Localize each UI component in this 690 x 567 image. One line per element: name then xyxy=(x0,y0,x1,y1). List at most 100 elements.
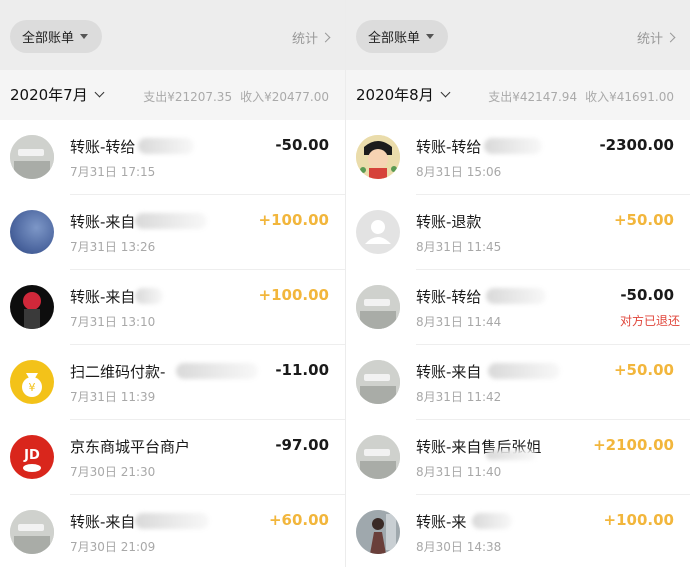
stats-link[interactable]: 统计 xyxy=(636,28,676,47)
transaction-time: 8月31日 11:40 xyxy=(416,465,502,479)
filter-label: 全部账单 xyxy=(22,31,75,46)
bill-panel-july: 全部账单 统计 2020年7月 支出¥21207.35 收入¥20477.00 xyxy=(0,0,345,567)
transaction-title: 转账-转给 xyxy=(416,288,482,306)
month-label: 2020年8月 xyxy=(356,86,434,104)
transaction-row[interactable]: 转账-来自 7月30日 21:09 +60.00 xyxy=(0,495,345,567)
stats-label: 统计 xyxy=(636,32,663,47)
redacted-text xyxy=(486,288,546,304)
redacted-text xyxy=(135,513,209,529)
svg-text:¥: ¥ xyxy=(29,381,36,394)
redacted-text xyxy=(135,288,163,304)
transaction-time: 8月30日 14:38 xyxy=(416,540,502,554)
transaction-time: 7月31日 13:10 xyxy=(70,315,156,329)
transaction-row[interactable]: 转账-来自 8月31日 11:42 +50.00 xyxy=(346,345,690,420)
transaction-time: 7月31日 11:39 xyxy=(70,390,156,404)
transaction-row[interactable]: 转账-退款 8月31日 11:45 +50.00 xyxy=(346,195,690,270)
transaction-amount: +2100.00 xyxy=(593,436,674,454)
transaction-list: 转账-转给 7月31日 17:15 -50.00 转账-来自 7月31日 13:… xyxy=(0,120,345,567)
redacted-text xyxy=(484,138,542,154)
transaction-title: 转账-来自 xyxy=(70,213,136,231)
expense-total: 支出¥42147.94 xyxy=(488,90,578,104)
transaction-amount: -2300.00 xyxy=(599,136,674,154)
transaction-time: 7月31日 17:15 xyxy=(70,165,156,179)
chevron-right-icon xyxy=(320,32,331,43)
sky-avatar xyxy=(10,210,54,254)
refund-status-note: 对方已退还 xyxy=(619,314,680,328)
transaction-row[interactable]: 转账-来自 7月31日 13:26 +100.00 xyxy=(0,195,345,270)
filter-label: 全部账单 xyxy=(368,31,421,46)
all-bills-filter-button[interactable]: 全部账单 xyxy=(10,20,103,53)
month-summary: 支出¥42147.94 收入¥41691.00 xyxy=(488,88,674,105)
transaction-amount: -50.00 xyxy=(620,286,674,304)
chevron-down-icon xyxy=(94,87,105,98)
redacted-text xyxy=(488,363,560,379)
redacted-text xyxy=(486,450,536,460)
transaction-time: 8月31日 11:42 xyxy=(416,390,502,404)
redacted-text xyxy=(135,213,207,229)
all-bills-filter-button[interactable]: 全部账单 xyxy=(356,20,449,53)
transaction-row[interactable]: 转账-转给 8月31日 11:44 -50.00 对方已退还 xyxy=(346,270,690,345)
caret-down-icon xyxy=(80,34,89,39)
transaction-time: 8月31日 15:06 xyxy=(416,165,502,179)
redacted-text xyxy=(138,138,194,154)
month-bar: 2020年8月 支出¥42147.94 收入¥41691.00 xyxy=(346,70,690,120)
transaction-time: 7月30日 21:30 xyxy=(70,465,156,479)
transaction-title: 转账-来自 xyxy=(70,288,136,306)
transaction-list: 转账-转给 8月31日 15:06 -2300.00 转账-退款 8月31日 1… xyxy=(346,120,690,567)
transaction-row[interactable]: 转账-来自售后张姐 8月31日 11:40 +2100.00 xyxy=(346,420,690,495)
redacted-text xyxy=(472,513,512,529)
month-selector[interactable]: 2020年7月 xyxy=(10,84,105,105)
stats-label: 统计 xyxy=(291,32,318,47)
transaction-amount: +100.00 xyxy=(258,211,329,229)
transaction-time: 8月31日 11:44 xyxy=(416,315,502,329)
transaction-amount: +100.00 xyxy=(258,286,329,304)
top-bar: 全部账单 统计 xyxy=(346,0,690,70)
month-bar: 2020年7月 支出¥21207.35 收入¥20477.00 xyxy=(0,70,345,120)
income-total: 收入¥20477.00 xyxy=(240,90,329,104)
transaction-amount: -97.00 xyxy=(275,436,329,454)
transaction-time: 7月30日 21:09 xyxy=(70,540,156,554)
transaction-title: 转账-转给 xyxy=(70,138,136,156)
expense-total: 支出¥21207.35 xyxy=(143,90,233,104)
bill-panel-august: 全部账单 统计 2020年8月 支出¥42147.94 收入¥41691.00 xyxy=(345,0,690,567)
transaction-time: 7月31日 13:26 xyxy=(70,240,156,254)
transaction-amount: +50.00 xyxy=(613,361,674,379)
jd-logo: JD xyxy=(10,435,54,479)
redacted-text xyxy=(176,363,258,379)
transaction-title: 转账-来自 xyxy=(70,513,136,531)
transaction-time: 8月31日 11:45 xyxy=(416,240,502,254)
transaction-title: 转账-转给 xyxy=(416,138,482,156)
month-label: 2020年7月 xyxy=(10,86,88,104)
transaction-amount: -50.00 xyxy=(275,136,329,154)
caret-down-icon xyxy=(426,34,435,39)
chevron-down-icon xyxy=(440,87,451,98)
transaction-title: 扫二维码付款- xyxy=(70,363,166,381)
room-avatar xyxy=(356,360,400,404)
room-avatar xyxy=(356,285,400,329)
default-user-icon xyxy=(356,210,400,254)
income-total: 收入¥41691.00 xyxy=(585,90,674,104)
chevron-right-icon xyxy=(665,32,676,43)
money-bag-icon: ¥ xyxy=(10,360,54,404)
month-selector[interactable]: 2020年8月 xyxy=(356,84,451,105)
stats-link[interactable]: 统计 xyxy=(291,28,331,47)
transaction-title: 京东商城平台商户 xyxy=(70,438,191,456)
month-summary: 支出¥21207.35 收入¥20477.00 xyxy=(143,88,329,105)
red-hood-avatar xyxy=(10,285,54,329)
transaction-row[interactable]: ¥ 扫二维码付款- 7月31日 11:39 -11.00 xyxy=(0,345,345,420)
transaction-row[interactable]: 转账-转给 8月31日 15:06 -2300.00 xyxy=(346,120,690,195)
room-avatar xyxy=(356,435,400,479)
room-avatar xyxy=(10,510,54,554)
photo-avatar xyxy=(356,510,400,554)
transaction-row[interactable]: 转账-来 8月30日 14:38 +100.00 xyxy=(346,495,690,567)
transaction-row[interactable]: 转账-转给 7月31日 17:15 -50.00 xyxy=(0,120,345,195)
transaction-row[interactable]: JD 京东商城平台商户 7月30日 21:30 -97.00 xyxy=(0,420,345,495)
svg-text:JD: JD xyxy=(23,448,40,463)
transaction-amount: +50.00 xyxy=(613,211,674,229)
transaction-amount: +100.00 xyxy=(603,511,674,529)
anime-avatar xyxy=(356,135,400,179)
transaction-title: 转账-退款 xyxy=(416,213,482,231)
transaction-amount: -11.00 xyxy=(275,361,329,379)
transaction-row[interactable]: 转账-来自 7月31日 13:10 +100.00 xyxy=(0,270,345,345)
transaction-title: 转账-来自 xyxy=(416,363,482,381)
